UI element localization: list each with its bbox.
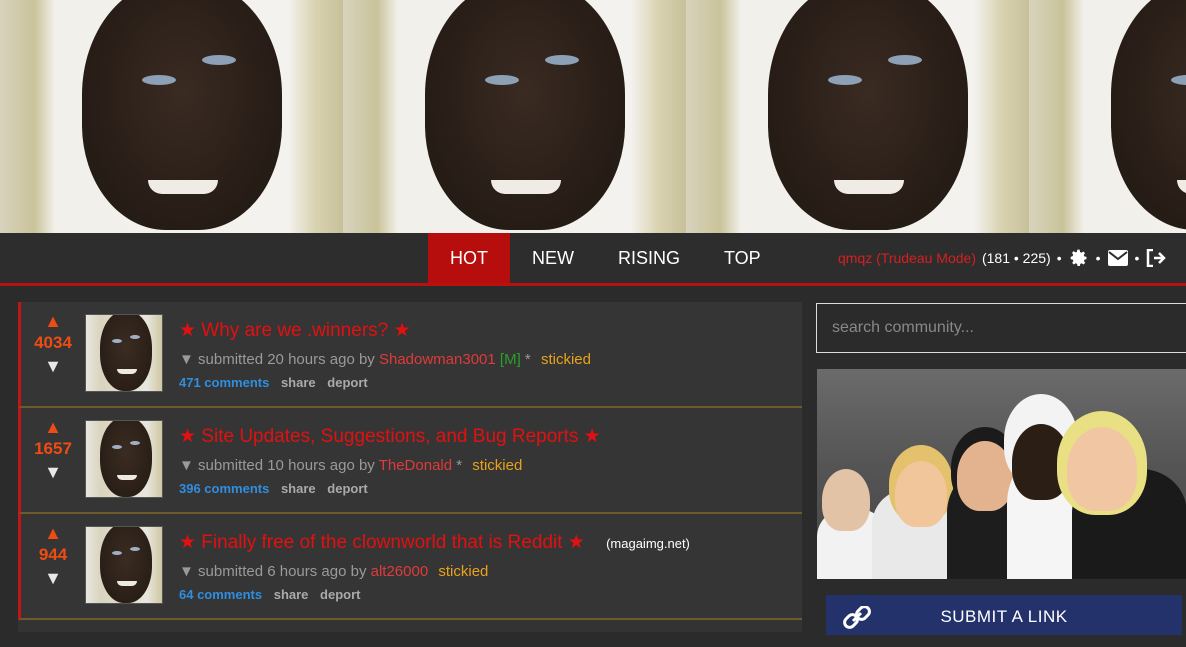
post-domain[interactable]: (magaimg.net)	[606, 536, 690, 551]
banner-image-tile	[1029, 0, 1186, 233]
vote-column: ▲ 1657 ▼	[21, 416, 85, 484]
post-content: ★ Why are we .winners? ★ ▼ submitted 20 …	[179, 316, 792, 393]
banner-image-tile	[686, 0, 1029, 233]
post-meta: ▼ submitted 6 hours ago by alt26000 stic…	[179, 561, 792, 583]
post-flag: *	[456, 457, 463, 474]
post-score: 944	[38, 545, 68, 564]
tab-rising[interactable]: RISING	[596, 233, 702, 283]
post-author-link[interactable]: Shadowman3001	[379, 351, 496, 368]
deport-link[interactable]: deport	[327, 375, 367, 390]
deport-link[interactable]: deport	[320, 587, 360, 602]
post-title-link[interactable]: ★ Site Updates, Suggestions, and Bug Rep…	[179, 426, 601, 447]
user-menu: qmqz (Trudeau Mode) (181 • 225) • • •	[838, 233, 1167, 283]
vote-column: ▲ 4034 ▼	[21, 310, 85, 378]
post-item: ▲ 1657 ▼ ★ Site Updates, Suggestions, an…	[18, 408, 802, 514]
post-meta: ▼ submitted 20 hours ago by Shadowman300…	[179, 349, 792, 371]
submit-link-label: SUBMIT A LINK	[940, 607, 1068, 626]
gear-icon[interactable]	[1068, 247, 1090, 269]
banner-image-tile	[0, 0, 343, 233]
post-thumbnail[interactable]	[85, 314, 163, 392]
mail-icon[interactable]	[1107, 247, 1129, 269]
post-title-link[interactable]: ★ Finally free of the clownworld that is…	[179, 532, 585, 553]
username-link[interactable]: qmqz (Trudeau Mode)	[838, 233, 976, 283]
sort-tabs: HOT NEW RISING TOP	[428, 233, 783, 283]
submitted-text: ▼ submitted 10 hours ago by	[179, 457, 375, 474]
submit-link-button[interactable]: SUBMIT A LINK	[826, 595, 1182, 635]
upvote-arrow-icon[interactable]: ▲	[21, 416, 85, 438]
link-icon	[842, 603, 872, 647]
post-author-link[interactable]: TheDonald	[379, 457, 452, 474]
separator: •	[1056, 250, 1062, 266]
deport-link[interactable]: deport	[327, 481, 367, 496]
comments-link[interactable]: 396 comments	[179, 481, 269, 496]
post-meta: ▼ submitted 10 hours ago by TheDonald * …	[179, 455, 792, 477]
logout-icon[interactable]	[1145, 247, 1167, 269]
separator: •	[1134, 250, 1140, 266]
comments-link[interactable]: 471 comments	[179, 375, 269, 390]
stickied-label: stickied	[540, 351, 591, 368]
header-banner	[0, 0, 1186, 233]
share-link[interactable]: share	[274, 587, 309, 602]
search-box	[816, 303, 1186, 353]
post-flag: *	[524, 351, 531, 368]
post-thumbnail[interactable]	[85, 420, 163, 498]
submitted-text: ▼ submitted 20 hours ago by	[179, 351, 375, 368]
downvote-arrow-icon[interactable]: ▼	[21, 566, 85, 590]
upvote-arrow-icon[interactable]: ▲	[21, 522, 85, 544]
post-list: ▲ 4034 ▼ ★ Why are we .winners? ★ ▼ subm…	[18, 302, 802, 632]
search-input[interactable]	[817, 304, 1186, 352]
post-actions: 471 comments share deport	[179, 373, 792, 393]
tab-hot[interactable]: HOT	[428, 233, 510, 283]
nav-bar: HOT NEW RISING TOP qmqz (Trudeau Mode) (…	[0, 233, 1186, 286]
post-score: 4034	[34, 333, 72, 352]
post-actions: 64 comments share deport	[179, 585, 792, 605]
stickied-label: stickied	[438, 563, 489, 580]
post-author-link[interactable]: alt26000	[371, 563, 429, 580]
tab-new[interactable]: NEW	[510, 233, 596, 283]
comments-link[interactable]: 64 comments	[179, 587, 262, 602]
tab-top[interactable]: TOP	[702, 233, 783, 283]
separator: •	[1095, 250, 1101, 266]
post-actions: 396 comments share deport	[179, 479, 792, 499]
post-title-link[interactable]: ★ Why are we .winners? ★	[179, 320, 411, 341]
post-item: ▲ 944 ▼ ★ Finally free of the clownworld…	[18, 514, 802, 620]
downvote-arrow-icon[interactable]: ▼	[21, 460, 85, 484]
user-karma: (181 • 225)	[981, 250, 1051, 266]
submitted-text: ▼ submitted 6 hours ago by	[179, 563, 367, 580]
post-content: ★ Finally free of the clownworld that is…	[179, 528, 792, 605]
post-content: ★ Site Updates, Suggestions, and Bug Rep…	[179, 422, 792, 499]
post-item: ▲ 4034 ▼ ★ Why are we .winners? ★ ▼ subm…	[18, 302, 802, 408]
post-score: 1657	[34, 439, 72, 458]
mod-badge: [M]	[499, 351, 521, 368]
share-link[interactable]: share	[281, 481, 316, 496]
share-link[interactable]: share	[281, 375, 316, 390]
sidebar-image	[817, 369, 1186, 579]
vote-column: ▲ 944 ▼	[21, 522, 85, 590]
upvote-arrow-icon[interactable]: ▲	[21, 310, 85, 332]
downvote-arrow-icon[interactable]: ▼	[21, 354, 85, 378]
banner-image-tile	[343, 0, 686, 233]
post-thumbnail[interactable]	[85, 526, 163, 604]
stickied-label: stickied	[472, 457, 523, 474]
